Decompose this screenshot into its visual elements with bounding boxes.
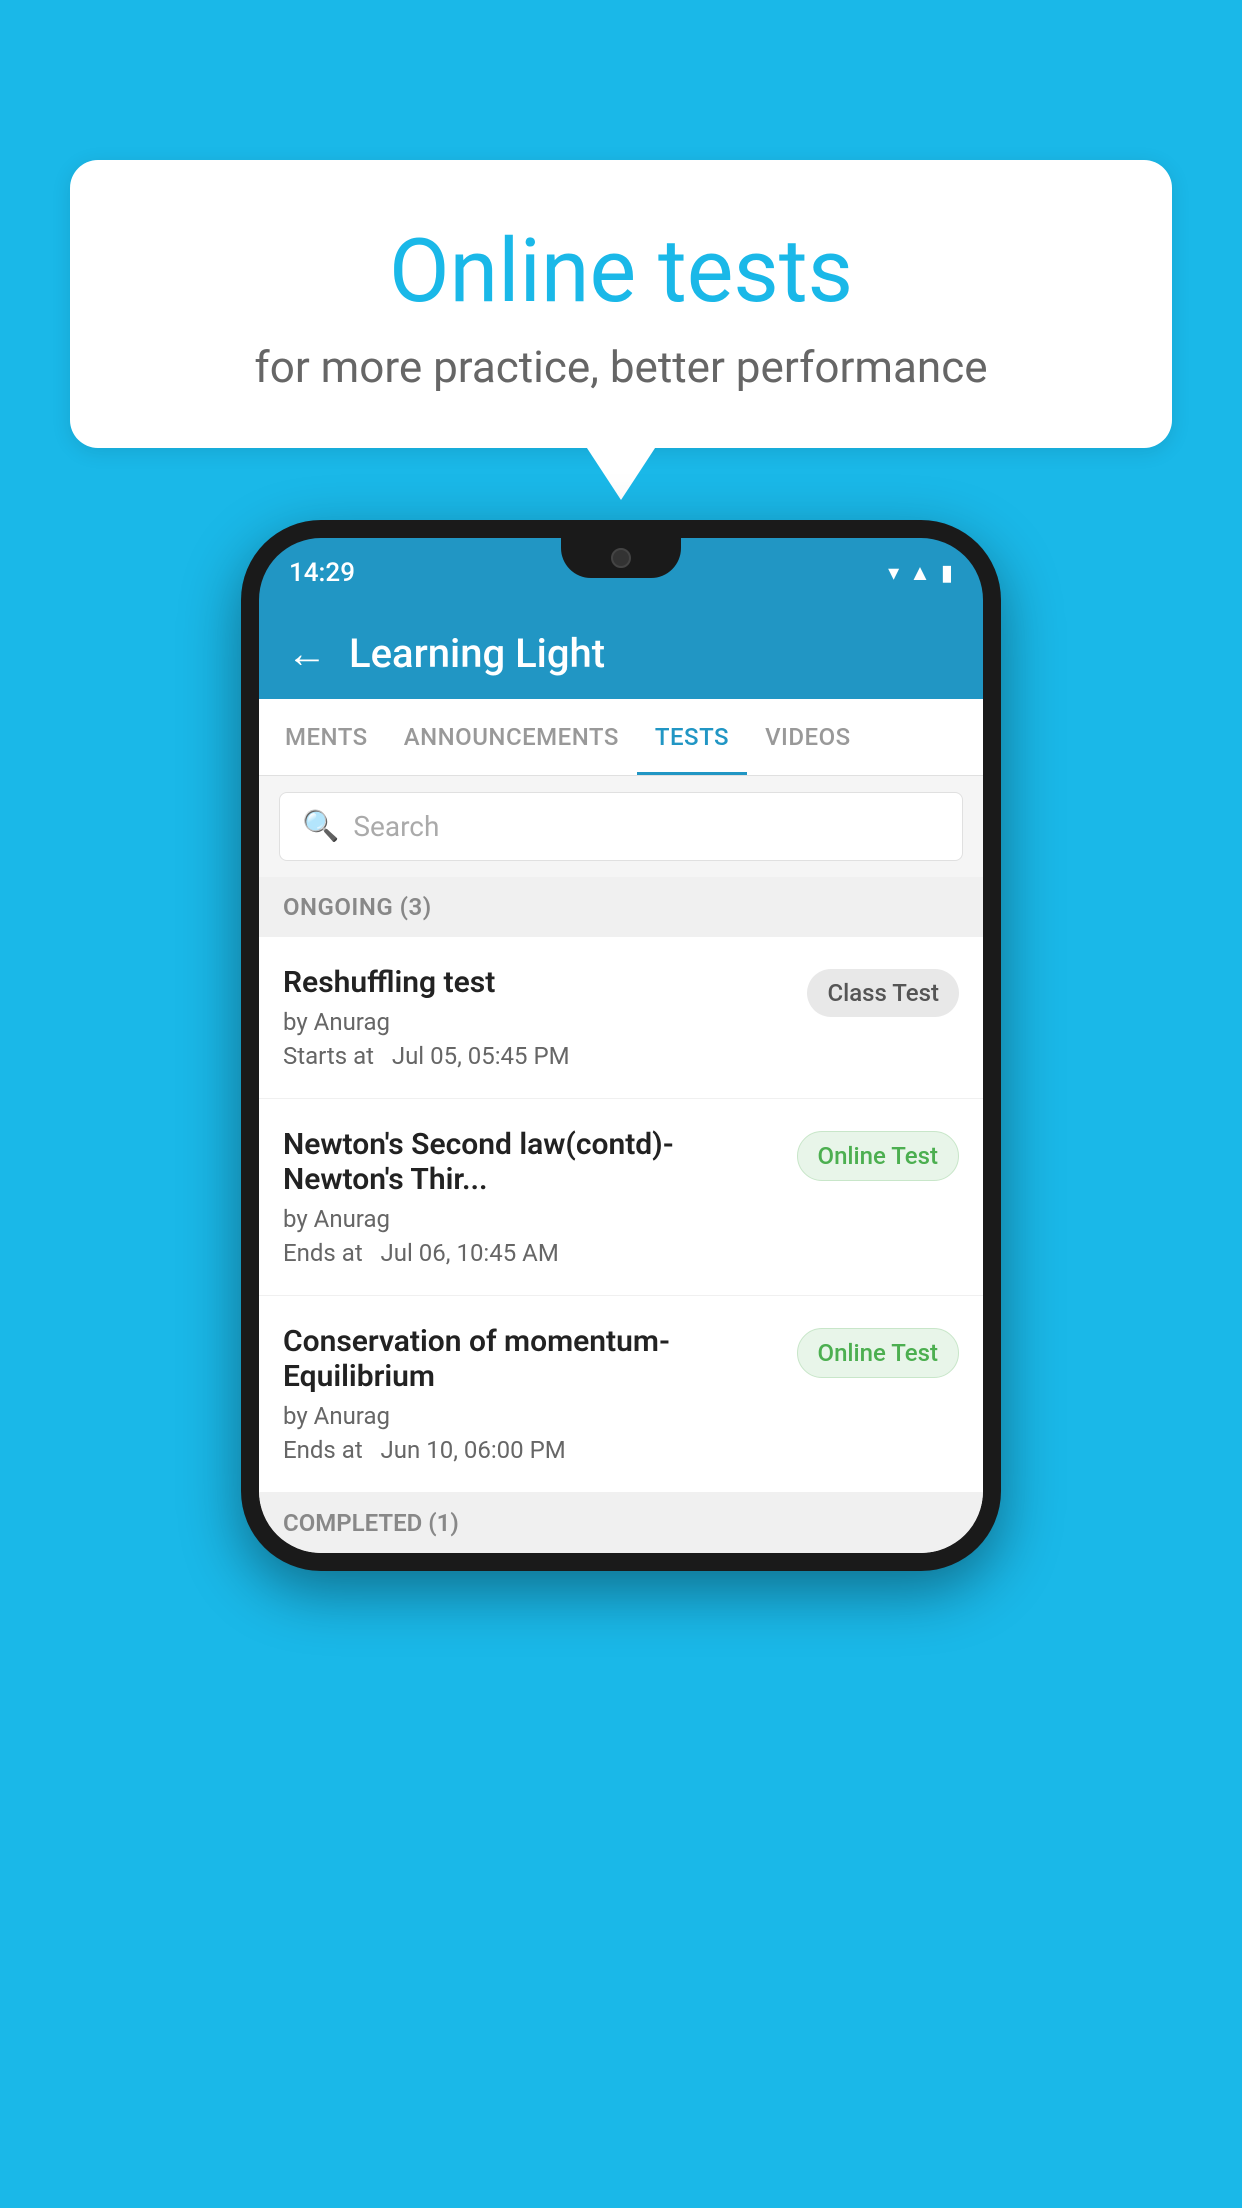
test-badge-reshuffling: Class Test [807,969,959,1017]
search-container: 🔍 Search [259,776,983,877]
phone-wrapper: 14:29 ▾ ▲ ▮ ← Learning Light MENTS ANNOU… [241,520,1001,1571]
test-badge-newton: Online Test [797,1131,959,1181]
phone-screen: ← Learning Light MENTS ANNOUNCEMENTS TES… [259,608,983,1553]
tab-ments[interactable]: MENTS [267,699,386,775]
tab-tests[interactable]: TESTS [637,699,747,775]
test-title-reshuffling: Reshuffling test [283,965,787,1000]
wifi-icon: ▾ [888,561,899,586]
section-ongoing-header: ONGOING (3) [259,877,983,937]
phone-notch [561,538,681,578]
section-completed-header: COMPLETED (1) [259,1493,983,1553]
test-badge-conservation: Online Test [797,1328,959,1378]
test-date-newton: Ends at Jul 06, 10:45 AM [283,1239,777,1267]
search-input[interactable]: Search [353,810,439,843]
status-time: 14:29 [289,558,355,588]
battery-icon: ▮ [941,561,953,586]
status-icons: ▾ ▲ ▮ [888,560,953,586]
test-date-conservation: Ends at Jun 10, 06:00 PM [283,1436,777,1464]
back-button[interactable]: ← [287,634,327,674]
search-icon: 🔍 [302,809,339,844]
test-item-newton[interactable]: Newton's Second law(contd)-Newton's Thir… [259,1099,983,1296]
speech-bubble-subtitle: for more practice, better performance [120,341,1122,393]
tab-announcements[interactable]: ANNOUNCEMENTS [386,699,637,775]
app-title: Learning Light [349,630,605,677]
app-header: ← Learning Light [259,608,983,699]
test-info-newton: Newton's Second law(contd)-Newton's Thir… [283,1127,797,1267]
test-info-conservation: Conservation of momentum-Equilibrium by … [283,1324,797,1464]
tab-videos[interactable]: VIDEOS [747,699,869,775]
signal-icon: ▲ [909,560,931,586]
phone-shell: 14:29 ▾ ▲ ▮ ← Learning Light MENTS ANNOU… [241,520,1001,1571]
test-info-reshuffling: Reshuffling test by Anurag Starts at Jul… [283,965,807,1070]
speech-bubble-card: Online tests for more practice, better p… [70,160,1172,448]
search-bar[interactable]: 🔍 Search [279,792,963,861]
test-title-conservation: Conservation of momentum-Equilibrium [283,1324,777,1394]
test-author-newton: by Anurag [283,1205,777,1233]
test-item-reshuffling[interactable]: Reshuffling test by Anurag Starts at Jul… [259,937,983,1099]
test-title-newton: Newton's Second law(contd)-Newton's Thir… [283,1127,777,1197]
test-date-reshuffling: Starts at Jul 05, 05:45 PM [283,1042,787,1070]
test-item-conservation[interactable]: Conservation of momentum-Equilibrium by … [259,1296,983,1493]
test-author-reshuffling: by Anurag [283,1008,787,1036]
status-bar: 14:29 ▾ ▲ ▮ [259,538,983,608]
speech-bubble-title: Online tests [120,220,1122,323]
tabs-bar: MENTS ANNOUNCEMENTS TESTS VIDEOS [259,699,983,776]
test-author-conservation: by Anurag [283,1402,777,1430]
camera-dot [611,548,631,568]
